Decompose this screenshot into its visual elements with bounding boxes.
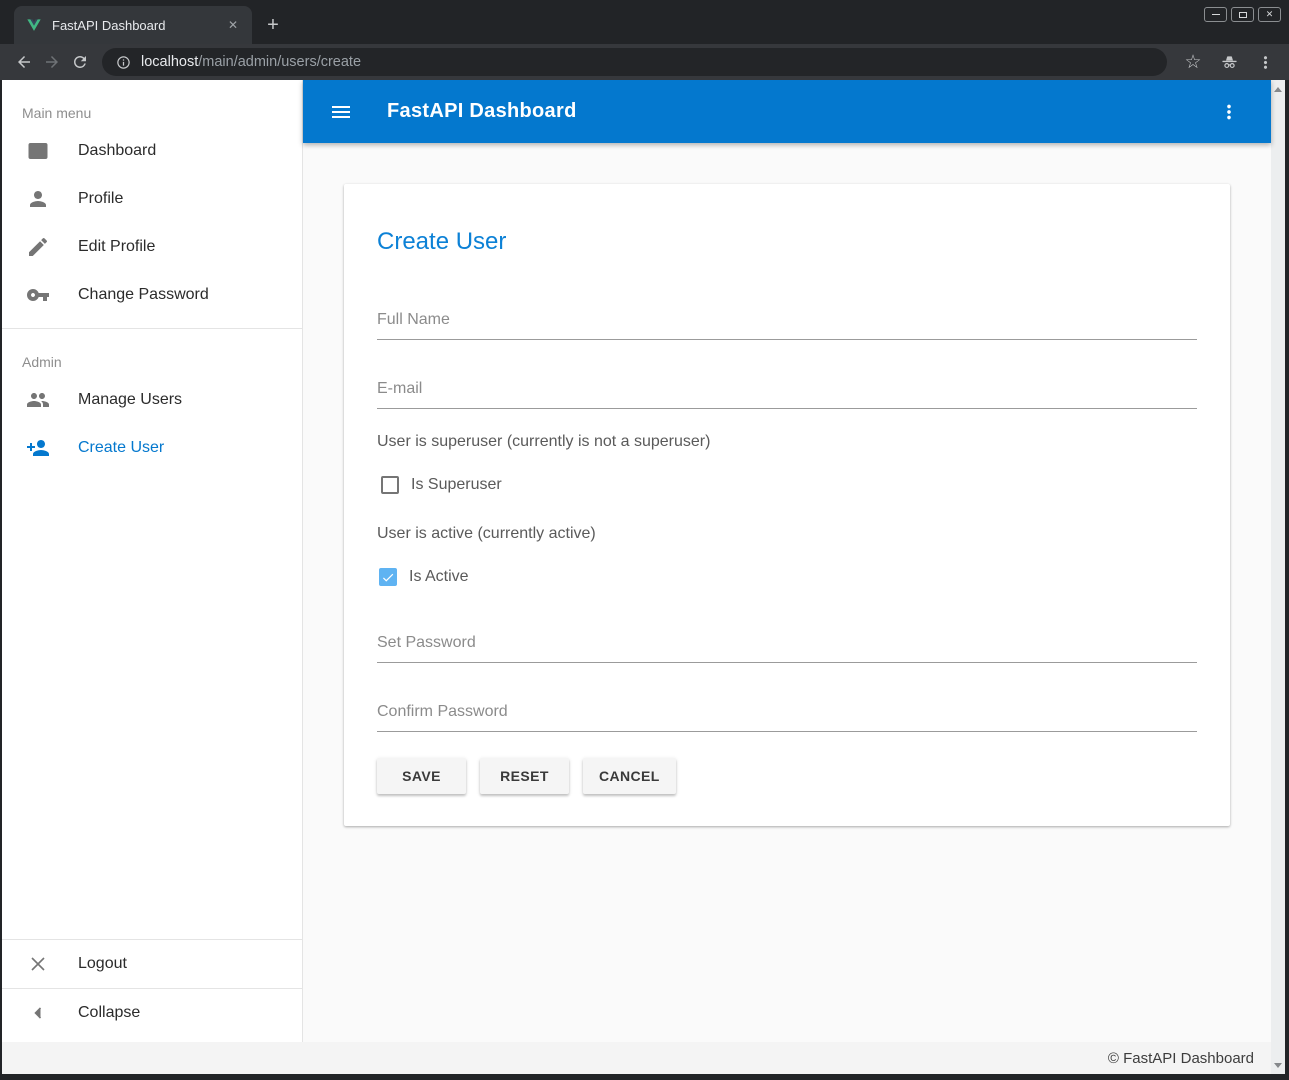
url-host: localhost xyxy=(141,54,198,70)
form-buttons: SAVE RESET CANCEL xyxy=(377,758,1197,794)
pencil-icon xyxy=(26,235,50,259)
copyright-text: © FastAPI Dashboard xyxy=(1108,1050,1254,1067)
incognito-icon xyxy=(1220,53,1239,72)
sidebar-item-create-user[interactable]: Create User xyxy=(2,424,302,472)
person-icon xyxy=(26,187,50,211)
close-icon: ✕ xyxy=(1266,10,1274,19)
is-active-label: Is Active xyxy=(409,568,469,586)
page-content: Main menu Dashboard Profile Edit Profile xyxy=(2,80,1285,1074)
save-button[interactable]: SAVE xyxy=(377,758,466,794)
sidebar-item-manage-users[interactable]: Manage Users xyxy=(2,376,302,424)
maximize-icon xyxy=(1239,12,1247,18)
scrollbar-up-arrow-icon[interactable] xyxy=(1271,82,1285,96)
reset-button[interactable]: RESET xyxy=(480,758,569,794)
browser-tab[interactable]: FastAPI Dashboard ✕ xyxy=(14,6,252,44)
window-maximize-button[interactable] xyxy=(1231,7,1254,22)
forward-arrow-icon xyxy=(43,53,61,71)
back-button[interactable] xyxy=(10,48,38,76)
is-superuser-label: Is Superuser xyxy=(411,476,502,494)
sidebar-item-collapse[interactable]: Collapse xyxy=(2,989,302,1037)
confirm-password-field-wrapper xyxy=(377,703,1197,732)
sidebar: Main menu Dashboard Profile Edit Profile xyxy=(2,80,303,1042)
window-close-button[interactable]: ✕ xyxy=(1258,7,1281,22)
is-superuser-checkbox-row[interactable]: Is Superuser xyxy=(381,475,1197,495)
create-user-card: Create User User is superuser (currently… xyxy=(344,184,1230,826)
sidebar-footer: Logout Collapse xyxy=(2,939,302,1037)
browser-tab-bar: FastAPI Dashboard ✕ + ✕ xyxy=(0,0,1289,44)
tab-close-icon[interactable]: ✕ xyxy=(224,16,242,34)
window-minimize-button[interactable] xyxy=(1204,7,1227,22)
reload-button[interactable] xyxy=(66,48,94,76)
sidebar-divider xyxy=(2,328,302,329)
kebab-menu-icon xyxy=(1256,53,1275,72)
people-icon xyxy=(26,388,50,412)
chevron-left-icon xyxy=(26,1001,50,1025)
browser-toolbar: localhost/main/admin/users/create ☆ xyxy=(0,44,1289,80)
hamburger-icon xyxy=(329,100,353,124)
set-password-field-wrapper xyxy=(377,634,1197,663)
sidebar-item-dashboard[interactable]: Dashboard xyxy=(2,127,302,175)
page-footer: © FastAPI Dashboard xyxy=(2,1042,1271,1074)
confirm-password-input[interactable] xyxy=(377,703,1197,732)
sidebar-item-profile[interactable]: Profile xyxy=(2,175,302,223)
app-menu-button[interactable] xyxy=(1211,94,1247,130)
sidebar-section-admin: Admin xyxy=(22,354,302,370)
checkbox-unchecked-icon[interactable] xyxy=(381,476,399,494)
superuser-hint: User is superuser (currently is not a su… xyxy=(377,432,1197,451)
sidebar-item-logout[interactable]: Logout xyxy=(2,940,302,988)
full-name-input[interactable] xyxy=(377,311,1197,340)
sidebar-toggle-button[interactable] xyxy=(323,94,359,130)
email-input[interactable] xyxy=(377,380,1197,409)
browser-menu-button[interactable] xyxy=(1251,48,1279,76)
tab-title: FastAPI Dashboard xyxy=(52,18,224,33)
dashboard-icon xyxy=(26,139,50,163)
is-active-checkbox-row[interactable]: Is Active xyxy=(379,567,1197,587)
checkbox-checked-icon[interactable] xyxy=(379,568,397,586)
url-path: /main/admin/users/create xyxy=(198,54,361,70)
info-icon xyxy=(116,55,131,70)
new-tab-button[interactable]: + xyxy=(260,12,286,38)
back-arrow-icon xyxy=(15,53,33,71)
page-scrollbar[interactable] xyxy=(1271,80,1285,1074)
key-icon xyxy=(26,283,50,307)
url-bar[interactable]: localhost/main/admin/users/create xyxy=(102,48,1167,76)
bookmark-button[interactable]: ☆ xyxy=(1179,48,1207,76)
vue-logo-icon xyxy=(26,17,42,33)
full-name-field-wrapper xyxy=(377,311,1197,340)
incognito-indicator xyxy=(1215,48,1243,76)
person-add-icon xyxy=(26,436,50,460)
sidebar-item-edit-profile[interactable]: Edit Profile xyxy=(2,223,302,271)
app-title: FastAPI Dashboard xyxy=(387,100,577,123)
page-title: Create User xyxy=(377,184,1197,256)
kebab-menu-icon xyxy=(1218,101,1240,123)
toolbar-right-icons: ☆ xyxy=(1179,48,1279,76)
set-password-input[interactable] xyxy=(377,634,1197,663)
window-controls: ✕ xyxy=(1204,7,1281,22)
main-area: FastAPI Dashboard Create User User is su… xyxy=(303,80,1271,1042)
sidebar-item-change-password[interactable]: Change Password xyxy=(2,271,302,319)
sidebar-section-main-menu: Main menu xyxy=(22,105,302,121)
scrollbar-down-arrow-icon[interactable] xyxy=(1271,1058,1285,1072)
app-bar: FastAPI Dashboard xyxy=(303,80,1271,143)
star-icon: ☆ xyxy=(1184,53,1201,72)
url-text: localhost/main/admin/users/create xyxy=(141,54,361,70)
active-hint: User is active (currently active) xyxy=(377,524,1197,543)
forward-button[interactable] xyxy=(38,48,66,76)
content-area: Create User User is superuser (currently… xyxy=(303,143,1271,1042)
cancel-button[interactable]: CANCEL xyxy=(583,758,676,794)
close-icon xyxy=(26,952,50,976)
minimize-icon xyxy=(1212,14,1220,15)
reload-icon xyxy=(71,53,89,71)
email-field-wrapper xyxy=(377,380,1197,409)
browser-window: FastAPI Dashboard ✕ + ✕ localhost/main/a… xyxy=(0,0,1289,1080)
